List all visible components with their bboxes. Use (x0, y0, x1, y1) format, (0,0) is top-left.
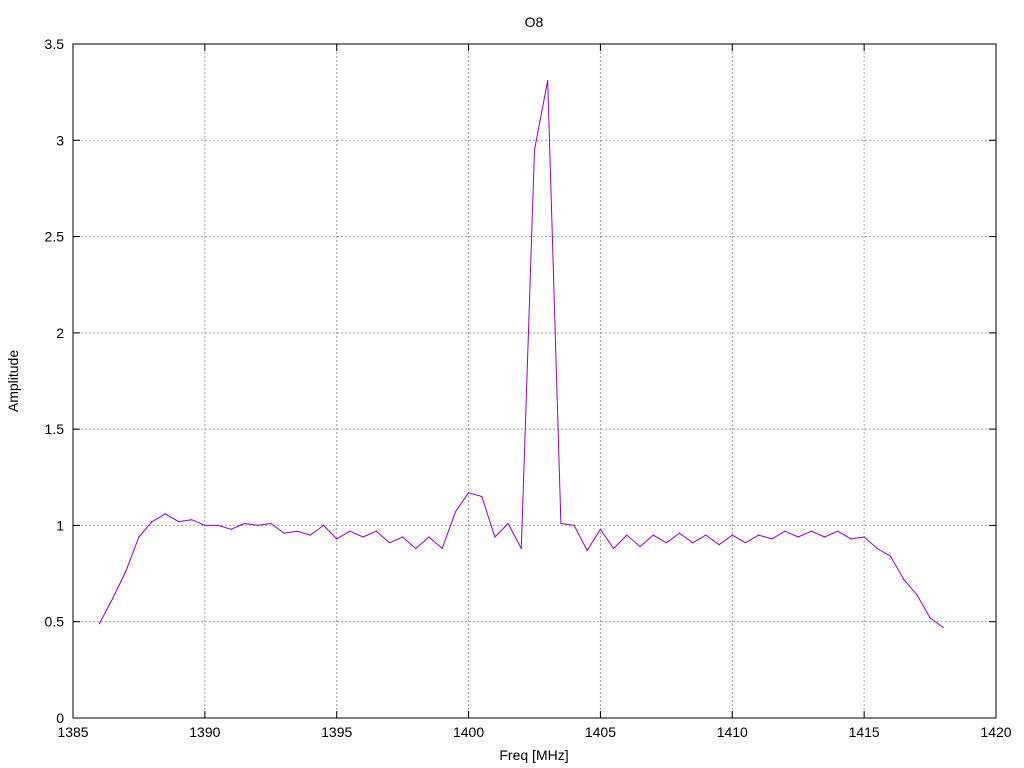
data-point (520, 547, 522, 550)
x-tick-label: 1400 (453, 724, 484, 740)
data-point (112, 598, 114, 600)
data-point (718, 544, 720, 546)
data-point (243, 522, 245, 525)
data-point (639, 546, 641, 548)
data-point (665, 542, 668, 544)
data-point (705, 534, 707, 536)
data-point (481, 495, 483, 498)
chart: 1385 1390 1395 1400 1405 1410 1415 1420 0 0.5 1 1.5… (0, 0, 1024, 768)
data-point (217, 524, 219, 527)
data-point (837, 530, 839, 532)
y-axis-title: Amplitude (5, 350, 21, 412)
data-point (916, 594, 918, 596)
data-point (138, 536, 140, 538)
data-point (942, 626, 944, 629)
data-point (388, 542, 391, 544)
data-point (626, 534, 628, 536)
data-point (441, 547, 443, 550)
x-tick-label: 1385 (57, 724, 88, 740)
data-point (507, 522, 509, 525)
y-tick-label: 3.5 (45, 36, 65, 52)
data-point (758, 534, 760, 536)
data-point (771, 538, 773, 540)
x-tick-label: 1415 (849, 724, 880, 740)
data-point (375, 530, 377, 532)
data-point (586, 549, 588, 552)
chart-title: O8 (525, 14, 544, 30)
data-point (889, 555, 892, 557)
y-tick-label: 2 (56, 325, 64, 341)
x-tick-label: 1420 (980, 724, 1011, 740)
y-tick-label: 3 (56, 132, 64, 148)
data-point (876, 547, 878, 550)
data-point (191, 519, 193, 521)
data-point (863, 536, 865, 538)
y-tick-label: 1 (56, 517, 64, 533)
data-point (468, 492, 470, 494)
data-point (929, 617, 931, 619)
data-point (824, 536, 826, 538)
data-point (415, 547, 417, 550)
data-point (731, 534, 733, 536)
data-point (850, 538, 852, 540)
data-point (230, 528, 232, 530)
x-tick-label: 1390 (189, 724, 220, 740)
x-tick-label: 1410 (717, 724, 748, 740)
data-point (336, 538, 338, 540)
data-point (402, 536, 404, 538)
x-axis-title: Freq [MHz] (499, 747, 568, 763)
data-point (678, 532, 681, 534)
data-point (547, 80, 549, 82)
data-point (494, 536, 496, 538)
data-point (164, 513, 166, 515)
y-tick-label: 0.5 (45, 614, 65, 630)
data-point (151, 521, 153, 523)
data-point (177, 521, 180, 523)
y-tick-label: 1.5 (45, 421, 65, 437)
data-point (428, 536, 430, 538)
data-point (454, 511, 456, 513)
data-point (533, 149, 536, 151)
data-point (270, 522, 272, 525)
chart-background (0, 0, 1024, 768)
data-point (283, 532, 285, 534)
x-tick-label: 1395 (321, 724, 352, 740)
y-tick-label: 2.5 (45, 229, 65, 245)
data-point (797, 536, 799, 538)
y-tick-label: 0 (56, 710, 64, 726)
data-point (349, 530, 351, 532)
data-point (125, 571, 127, 573)
data-point (296, 530, 298, 532)
data-point (362, 536, 364, 538)
data-point (322, 524, 325, 527)
data-point (257, 524, 259, 527)
data-point (744, 542, 747, 544)
data-point (204, 524, 206, 527)
x-tick-label: 1405 (585, 724, 616, 740)
data-point (98, 623, 100, 625)
data-point (613, 547, 615, 550)
data-point (560, 522, 562, 525)
data-point (309, 534, 311, 536)
data-point (692, 542, 694, 544)
data-point (573, 524, 575, 527)
data-point (903, 578, 905, 580)
data-point (810, 530, 813, 532)
data-point (599, 528, 602, 530)
data-point (652, 534, 654, 536)
data-point (784, 530, 786, 532)
